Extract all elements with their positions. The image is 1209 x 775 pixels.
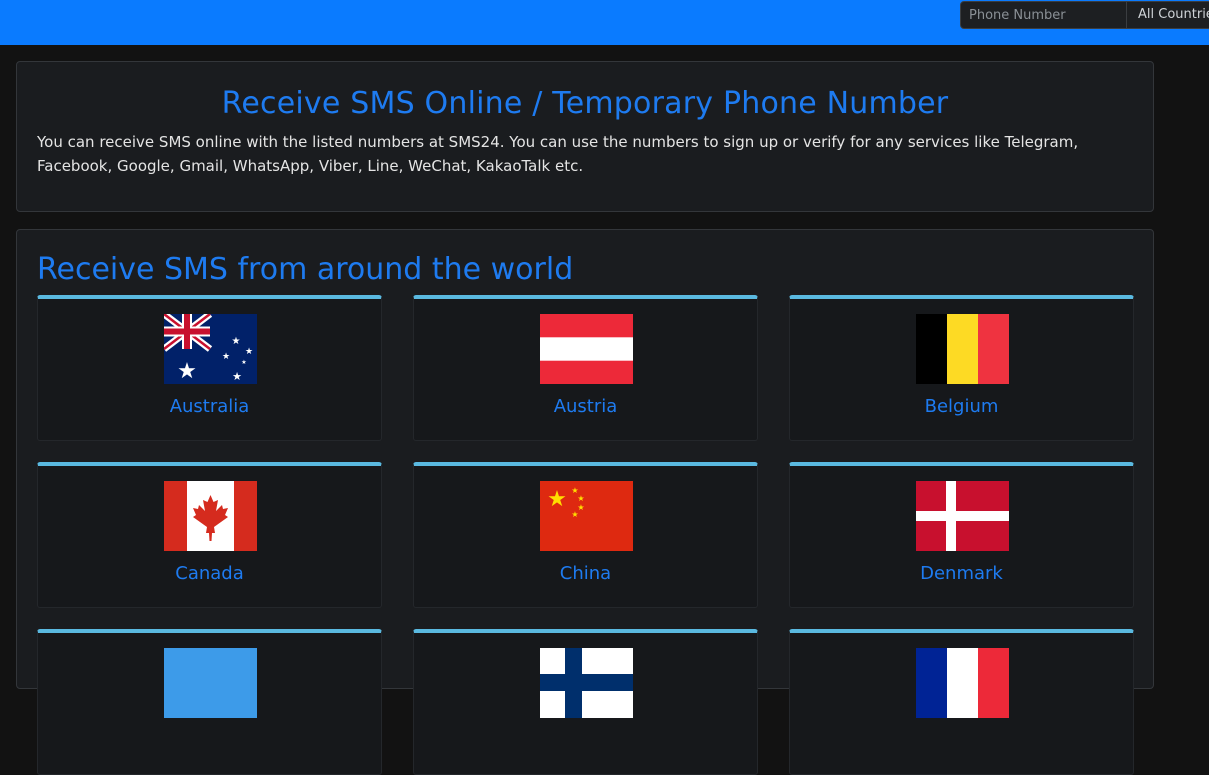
belgium-flag-icon — [916, 314, 1009, 384]
countries-card: Receive SMS from around the world ★ ★ ★ … — [16, 229, 1154, 775]
page-title: Receive SMS Online / Temporary Phone Num… — [221, 86, 949, 121]
svg-text:★: ★ — [547, 487, 567, 512]
svg-text:★: ★ — [241, 359, 246, 366]
country-card-denmark[interactable]: Denmark — [789, 462, 1134, 608]
svg-text:★: ★ — [577, 494, 584, 503]
country-card-belgium[interactable]: Belgium — [789, 295, 1134, 441]
phone-number-input[interactable] — [960, 1, 1127, 29]
country-name: Australia — [169, 396, 250, 417]
country-name: China — [559, 563, 612, 584]
svg-text:★: ★ — [222, 352, 230, 362]
country-card-row3-3[interactable] — [789, 629, 1134, 775]
australia-flag-icon: ★ ★ ★ ★ ★ ★ — [164, 314, 257, 384]
top-navbar: All Countries — [0, 0, 1209, 45]
blue-flag-icon — [164, 648, 257, 718]
country-select[interactable]: All Countries — [1127, 1, 1209, 29]
phone-search-group: All Countries — [960, 1, 1209, 31]
country-name: Austria — [553, 396, 618, 417]
country-card-row3-2[interactable] — [413, 629, 758, 775]
svg-text:★: ★ — [232, 370, 242, 383]
canada-flag-icon — [164, 481, 257, 551]
tricolor-flag-icon — [916, 648, 1009, 718]
blue-cross-flag-icon — [540, 648, 633, 718]
country-card-row3-1[interactable] — [37, 629, 382, 775]
austria-flag-icon — [540, 314, 633, 384]
intro-card: Receive SMS Online / Temporary Phone Num… — [16, 61, 1154, 212]
svg-text:★: ★ — [571, 510, 578, 519]
svg-text:★: ★ — [232, 336, 241, 347]
countries-heading: Receive SMS from around the world — [37, 252, 574, 287]
intro-description: You can receive SMS online with the list… — [37, 133, 1079, 175]
country-card-canada[interactable]: Canada — [37, 462, 382, 608]
svg-text:★: ★ — [245, 347, 253, 357]
svg-text:★: ★ — [177, 359, 197, 384]
country-card-austria[interactable]: Austria — [413, 295, 758, 441]
country-name: Canada — [175, 563, 244, 584]
country-card-australia[interactable]: ★ ★ ★ ★ ★ ★ Australia — [37, 295, 382, 441]
denmark-flag-icon — [916, 481, 1009, 551]
country-name: Denmark — [920, 563, 1003, 584]
china-flag-icon: ★ ★ ★ ★ ★ — [540, 481, 633, 551]
country-name: Belgium — [924, 396, 999, 417]
country-card-china[interactable]: ★ ★ ★ ★ ★ China — [413, 462, 758, 608]
